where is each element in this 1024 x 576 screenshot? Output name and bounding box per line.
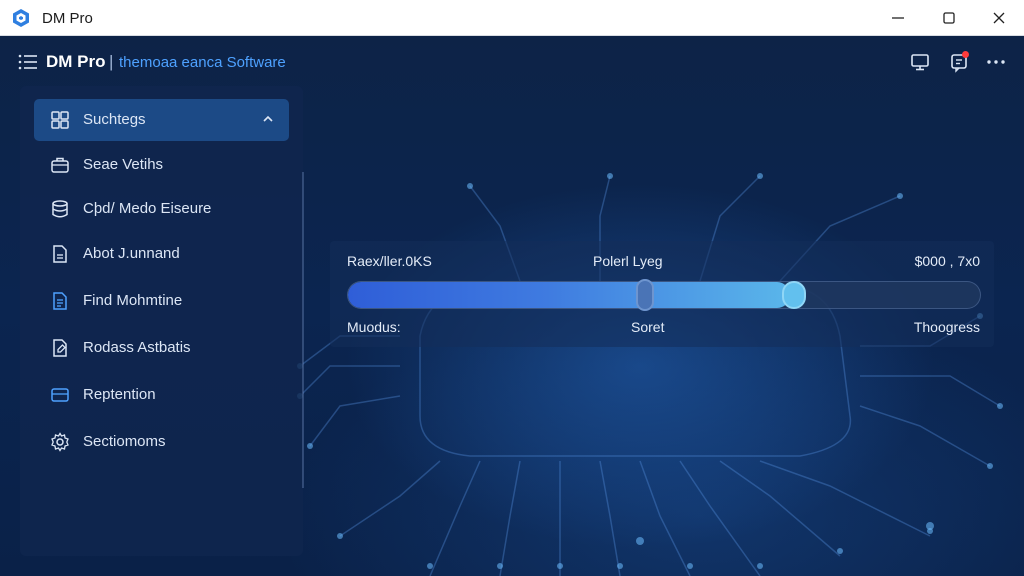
maximize-icon — [943, 12, 955, 24]
hamburger-menu-icon[interactable] — [18, 54, 38, 70]
title-separator: | — [109, 52, 114, 71]
sidebar-scrollbar[interactable] — [302, 172, 304, 488]
notification-badge — [962, 51, 969, 58]
slider-end-handle[interactable] — [782, 281, 806, 309]
close-button[interactable] — [976, 0, 1022, 36]
progress-top-mid-label: Polerl Lyeg — [593, 253, 663, 269]
sidebar-item-label: Suchtegs — [83, 111, 146, 128]
sidebar-item-find-mohmtine[interactable]: Find Mohmtine — [34, 280, 289, 322]
more-icon[interactable] — [985, 51, 1007, 73]
sidebar-item-suchtegs[interactable]: Suchtegs — [34, 99, 289, 141]
sidebar-item-abot-junnand[interactable]: Abot J.unnand — [34, 233, 289, 275]
sidebar-item-rodass-astbatis[interactable]: Rodass Astbatis — [34, 327, 289, 369]
edit-file-icon — [50, 338, 70, 358]
progress-bottom-right-label: Thoogress — [913, 319, 980, 335]
progress-bottom-left-label: Muodus: — [347, 319, 401, 335]
progress-bottom-mid-label: Soret — [631, 319, 665, 335]
sidebar-item-label: Reptention — [83, 386, 156, 403]
title-bar: DM Pro — [0, 0, 1024, 36]
minimize-icon — [892, 17, 904, 19]
sidebar-item-reptention[interactable]: Reptention — [34, 374, 289, 416]
document-icon — [50, 244, 70, 264]
sidebar-item-seae-vetihs[interactable]: Seae Vetihs — [34, 144, 289, 186]
progress-top-right-value: $000 , 7x0 — [914, 253, 980, 269]
progress-fill — [348, 282, 791, 308]
file-text-icon — [50, 291, 70, 311]
sidebar-item-sectiomoms[interactable]: Sectiomoms — [34, 421, 289, 463]
maximize-button[interactable] — [926, 0, 972, 36]
gear-icon — [50, 432, 70, 452]
sidebar-item-label: Sectiomoms — [83, 433, 166, 450]
app-logo-icon — [11, 8, 31, 28]
monitor-icon[interactable] — [909, 51, 931, 73]
close-icon — [993, 12, 1005, 24]
dashboard-grid-icon — [50, 110, 70, 130]
chevron-up-icon — [261, 112, 275, 126]
sidebar-item-cbd-medo-eiseure[interactable]: Cþd/ Medo Eiseure — [34, 188, 289, 230]
sidebar-item-label: Find Mohmtine — [83, 292, 183, 309]
sidebar-item-label: Rodass Astbatis — [83, 339, 191, 356]
progress-slider-track[interactable] — [347, 281, 981, 309]
storage-icon — [50, 385, 70, 405]
app-title: DM Pro — [46, 52, 106, 71]
sidebar-item-label: Seae Vetihs — [83, 156, 164, 173]
database-icon — [50, 199, 70, 219]
sidebar-item-label: Cþd/ Medo Eiseure — [83, 200, 212, 217]
slider-mid-handle[interactable] — [636, 279, 654, 311]
sidebar-item-label: Abot J.unnand — [83, 245, 180, 262]
progress-top-left-label: Raex/ller.0KS — [347, 253, 432, 269]
briefcase-icon — [50, 155, 70, 175]
app-subtitle: themoaa eanca Software — [119, 54, 286, 71]
minimize-button[interactable] — [875, 0, 921, 36]
window-title: DM Pro — [42, 10, 93, 27]
